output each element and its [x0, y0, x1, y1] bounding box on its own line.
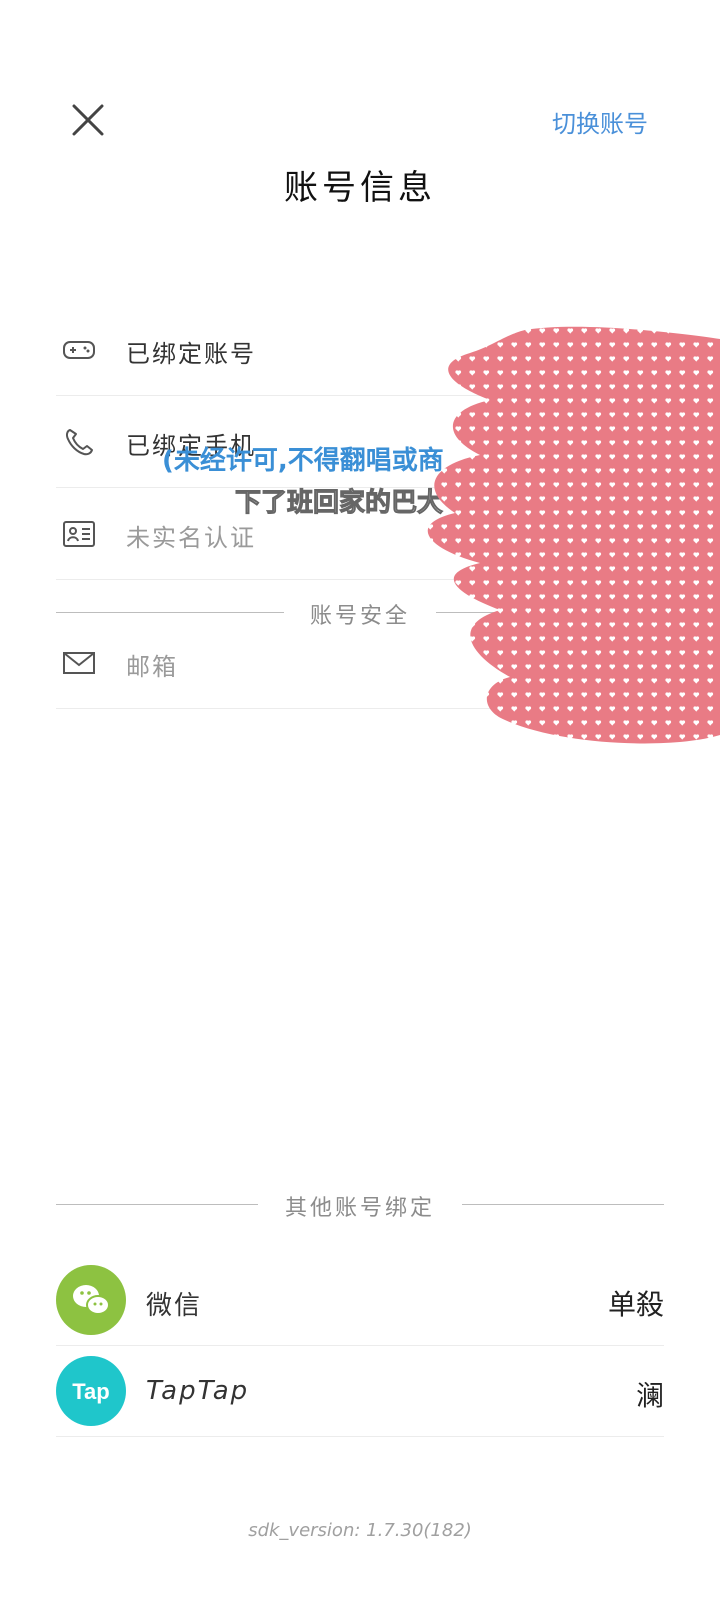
- wechat-status: 单殺: [607, 1288, 664, 1321]
- page-title: 账号信息: [284, 168, 436, 208]
- real-name-label: 未实名认证: [126, 524, 256, 552]
- taptap-icon: Tap: [56, 1356, 126, 1426]
- wechat-binding-row[interactable]: 微信 单殺: [56, 1255, 664, 1346]
- taptap-status: 澜: [635, 1379, 664, 1412]
- wechat-icon: [56, 1265, 126, 1335]
- svg-text:Tap: Tap: [72, 1379, 109, 1404]
- close-icon: [72, 104, 104, 136]
- gamepad-icon: [63, 341, 95, 359]
- mail-icon: [63, 652, 95, 674]
- other-bindings-label: 其他账号绑定: [284, 1196, 435, 1221]
- email-label: 邮箱: [126, 653, 178, 681]
- close-button[interactable]: [64, 96, 112, 144]
- redaction-scribble: [427, 326, 720, 744]
- taptap-label: TapTap: [146, 1376, 250, 1406]
- id-card-icon: [63, 521, 95, 547]
- bound-account-label: 已绑定账号: [126, 340, 256, 368]
- sdk-version: sdk_version: 1.7.30(182): [248, 1520, 472, 1541]
- wechat-label: 微信: [146, 1291, 203, 1321]
- overlay-lyric-line-1: (未经许可,不得翻唱或商: [162, 446, 444, 476]
- switch-account-link[interactable]: 切换账号: [552, 104, 648, 139]
- taptap-binding-row[interactable]: Tap TapTap 澜: [56, 1346, 664, 1437]
- other-bindings-divider: 其他账号绑定: [56, 1190, 664, 1221]
- phone-icon: [65, 429, 93, 456]
